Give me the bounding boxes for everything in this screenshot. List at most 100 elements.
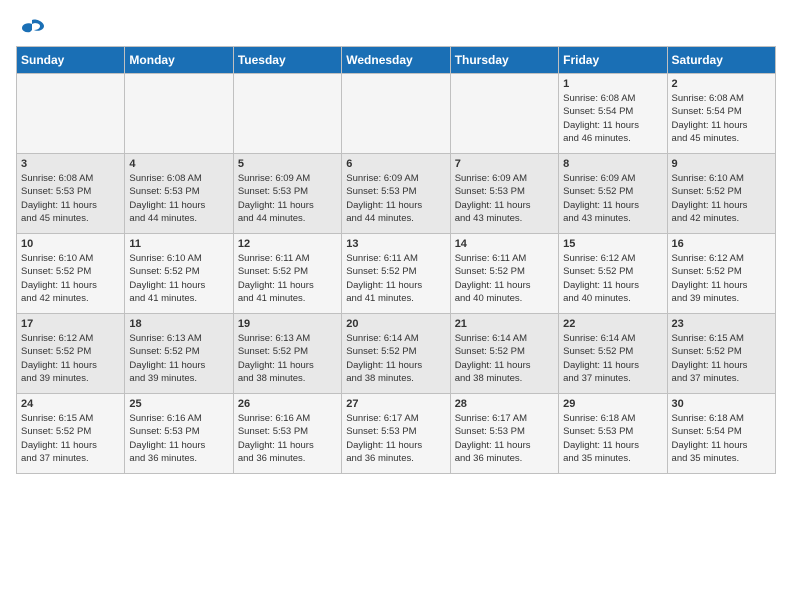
- calendar-cell: 28 Sunrise: 6:17 AM Sunset: 5:53 PM Dayli…: [450, 394, 558, 474]
- day-number: 25: [129, 398, 228, 410]
- calendar-cell: 24 Sunrise: 6:15 AM Sunset: 5:52 PM Dayli…: [17, 394, 125, 474]
- day-info: Sunrise: 6:11 AM Sunset: 5:52 PM Dayligh…: [455, 252, 554, 305]
- day-info: Sunrise: 6:17 AM Sunset: 5:53 PM Dayligh…: [455, 412, 554, 465]
- day-number: 27: [346, 398, 445, 410]
- week-row: 10Sunrise: 6:10 AM Sunset: 5:52 PM Dayli…: [17, 234, 776, 314]
- day-info: Sunrise: 6:18 AM Sunset: 5:54 PM Dayligh…: [672, 412, 771, 465]
- calendar-cell: 6 Sunrise: 6:09 AM Sunset: 5:53 PM Daylig…: [342, 154, 450, 234]
- day-number: 8: [563, 158, 662, 170]
- day-info: Sunrise: 6:17 AM Sunset: 5:53 PM Dayligh…: [346, 412, 445, 465]
- day-info: Sunrise: 6:10 AM Sunset: 5:52 PM Dayligh…: [672, 172, 771, 225]
- day-number: 6: [346, 158, 445, 170]
- logo-area: [16, 16, 46, 38]
- day-number: 12: [238, 238, 337, 250]
- calendar-cell: 13Sunrise: 6:11 AM Sunset: 5:52 PM Dayli…: [342, 234, 450, 314]
- day-info: Sunrise: 6:14 AM Sunset: 5:52 PM Dayligh…: [563, 332, 662, 385]
- day-number: 2: [672, 78, 771, 90]
- week-row: 17 Sunrise: 6:12 AM Sunset: 5:52 PM Dayli…: [17, 314, 776, 394]
- calendar-cell: [450, 74, 558, 154]
- calendar-cell: 1 Sunrise: 6:08 AM Sunset: 5:54 PM Daylig…: [559, 74, 667, 154]
- col-header-sunday: Sunday: [17, 47, 125, 74]
- day-info: Sunrise: 6:09 AM Sunset: 5:53 PM Dayligh…: [455, 172, 554, 225]
- calendar-cell: 18Sunrise: 6:13 AM Sunset: 5:52 PM Dayli…: [125, 314, 233, 394]
- calendar-cell: 20 Sunrise: 6:14 AM Sunset: 5:52 PM Dayli…: [342, 314, 450, 394]
- day-info: Sunrise: 6:08 AM Sunset: 5:53 PM Dayligh…: [129, 172, 228, 225]
- calendar-cell: 23Sunrise: 6:15 AM Sunset: 5:52 PM Dayli…: [667, 314, 775, 394]
- day-number: 29: [563, 398, 662, 410]
- calendar-cell: 22 Sunrise: 6:14 AM Sunset: 5:52 PM Dayli…: [559, 314, 667, 394]
- calendar-cell: [125, 74, 233, 154]
- calendar-cell: 15Sunrise: 6:12 AM Sunset: 5:52 PM Dayli…: [559, 234, 667, 314]
- day-info: Sunrise: 6:08 AM Sunset: 5:54 PM Dayligh…: [563, 92, 662, 145]
- day-number: 7: [455, 158, 554, 170]
- day-info: Sunrise: 6:10 AM Sunset: 5:52 PM Dayligh…: [21, 252, 120, 305]
- day-number: 22: [563, 318, 662, 330]
- day-info: Sunrise: 6:08 AM Sunset: 5:54 PM Dayligh…: [672, 92, 771, 145]
- col-header-tuesday: Tuesday: [233, 47, 341, 74]
- day-info: Sunrise: 6:15 AM Sunset: 5:52 PM Dayligh…: [21, 412, 120, 465]
- day-info: Sunrise: 6:12 AM Sunset: 5:52 PM Dayligh…: [21, 332, 120, 385]
- day-info: Sunrise: 6:15 AM Sunset: 5:52 PM Dayligh…: [672, 332, 771, 385]
- day-number: 28: [455, 398, 554, 410]
- day-info: Sunrise: 6:16 AM Sunset: 5:53 PM Dayligh…: [238, 412, 337, 465]
- day-info: Sunrise: 6:10 AM Sunset: 5:52 PM Dayligh…: [129, 252, 228, 305]
- day-number: 5: [238, 158, 337, 170]
- day-info: Sunrise: 6:13 AM Sunset: 5:52 PM Dayligh…: [238, 332, 337, 385]
- col-header-monday: Monday: [125, 47, 233, 74]
- calendar-cell: [17, 74, 125, 154]
- day-info: Sunrise: 6:18 AM Sunset: 5:53 PM Dayligh…: [563, 412, 662, 465]
- calendar-cell: 26 Sunrise: 6:16 AM Sunset: 5:53 PM Dayli…: [233, 394, 341, 474]
- calendar-cell: 25 Sunrise: 6:16 AM Sunset: 5:53 PM Dayli…: [125, 394, 233, 474]
- day-number: 18: [129, 318, 228, 330]
- col-header-wednesday: Wednesday: [342, 47, 450, 74]
- day-info: Sunrise: 6:12 AM Sunset: 5:52 PM Dayligh…: [563, 252, 662, 305]
- logo-bird-icon: [18, 16, 46, 38]
- calendar-cell: 3Sunrise: 6:08 AM Sunset: 5:53 PM Daylig…: [17, 154, 125, 234]
- day-info: Sunrise: 6:12 AM Sunset: 5:52 PM Dayligh…: [672, 252, 771, 305]
- calendar-cell: 17 Sunrise: 6:12 AM Sunset: 5:52 PM Dayli…: [17, 314, 125, 394]
- calendar-cell: [233, 74, 341, 154]
- calendar-cell: 30 Sunrise: 6:18 AM Sunset: 5:54 PM Dayli…: [667, 394, 775, 474]
- calendar-cell: 7 Sunrise: 6:09 AM Sunset: 5:53 PM Daylig…: [450, 154, 558, 234]
- day-info: Sunrise: 6:11 AM Sunset: 5:52 PM Dayligh…: [238, 252, 337, 305]
- day-number: 1: [563, 78, 662, 90]
- logo: [16, 16, 46, 38]
- calendar-cell: 21 Sunrise: 6:14 AM Sunset: 5:52 PM Dayli…: [450, 314, 558, 394]
- calendar-table: SundayMondayTuesdayWednesdayThursdayFrid…: [16, 46, 776, 474]
- day-info: Sunrise: 6:16 AM Sunset: 5:53 PM Dayligh…: [129, 412, 228, 465]
- calendar-cell: 14 Sunrise: 6:11 AM Sunset: 5:52 PM Dayli…: [450, 234, 558, 314]
- day-info: Sunrise: 6:09 AM Sunset: 5:52 PM Dayligh…: [563, 172, 662, 225]
- col-header-thursday: Thursday: [450, 47, 558, 74]
- header-row: SundayMondayTuesdayWednesdayThursdayFrid…: [17, 47, 776, 74]
- calendar-cell: 16Sunrise: 6:12 AM Sunset: 5:52 PM Dayli…: [667, 234, 775, 314]
- day-number: 4: [129, 158, 228, 170]
- day-number: 21: [455, 318, 554, 330]
- day-info: Sunrise: 6:09 AM Sunset: 5:53 PM Dayligh…: [346, 172, 445, 225]
- calendar-cell: 8 Sunrise: 6:09 AM Sunset: 5:52 PM Daylig…: [559, 154, 667, 234]
- day-info: Sunrise: 6:14 AM Sunset: 5:52 PM Dayligh…: [455, 332, 554, 385]
- calendar-cell: 10Sunrise: 6:10 AM Sunset: 5:52 PM Dayli…: [17, 234, 125, 314]
- day-number: 30: [672, 398, 771, 410]
- day-number: 19: [238, 318, 337, 330]
- day-info: Sunrise: 6:11 AM Sunset: 5:52 PM Dayligh…: [346, 252, 445, 305]
- calendar-cell: 5 Sunrise: 6:09 AM Sunset: 5:53 PM Daylig…: [233, 154, 341, 234]
- calendar-header: SundayMondayTuesdayWednesdayThursdayFrid…: [17, 47, 776, 74]
- day-info: Sunrise: 6:08 AM Sunset: 5:53 PM Dayligh…: [21, 172, 120, 225]
- day-number: 26: [238, 398, 337, 410]
- calendar-body: 1 Sunrise: 6:08 AM Sunset: 5:54 PM Daylig…: [17, 74, 776, 474]
- week-row: 3Sunrise: 6:08 AM Sunset: 5:53 PM Daylig…: [17, 154, 776, 234]
- week-row: 24 Sunrise: 6:15 AM Sunset: 5:52 PM Dayli…: [17, 394, 776, 474]
- day-number: 14: [455, 238, 554, 250]
- calendar-cell: 12 Sunrise: 6:11 AM Sunset: 5:52 PM Dayli…: [233, 234, 341, 314]
- day-info: Sunrise: 6:14 AM Sunset: 5:52 PM Dayligh…: [346, 332, 445, 385]
- day-number: 24: [21, 398, 120, 410]
- day-number: 17: [21, 318, 120, 330]
- calendar-cell: 29 Sunrise: 6:18 AM Sunset: 5:53 PM Dayli…: [559, 394, 667, 474]
- day-number: 20: [346, 318, 445, 330]
- day-number: 9: [672, 158, 771, 170]
- day-number: 11: [129, 238, 228, 250]
- day-info: Sunrise: 6:09 AM Sunset: 5:53 PM Dayligh…: [238, 172, 337, 225]
- calendar-cell: 27 Sunrise: 6:17 AM Sunset: 5:53 PM Dayli…: [342, 394, 450, 474]
- calendar-cell: 11 Sunrise: 6:10 AM Sunset: 5:52 PM Dayli…: [125, 234, 233, 314]
- calendar-cell: 2 Sunrise: 6:08 AM Sunset: 5:54 PM Daylig…: [667, 74, 775, 154]
